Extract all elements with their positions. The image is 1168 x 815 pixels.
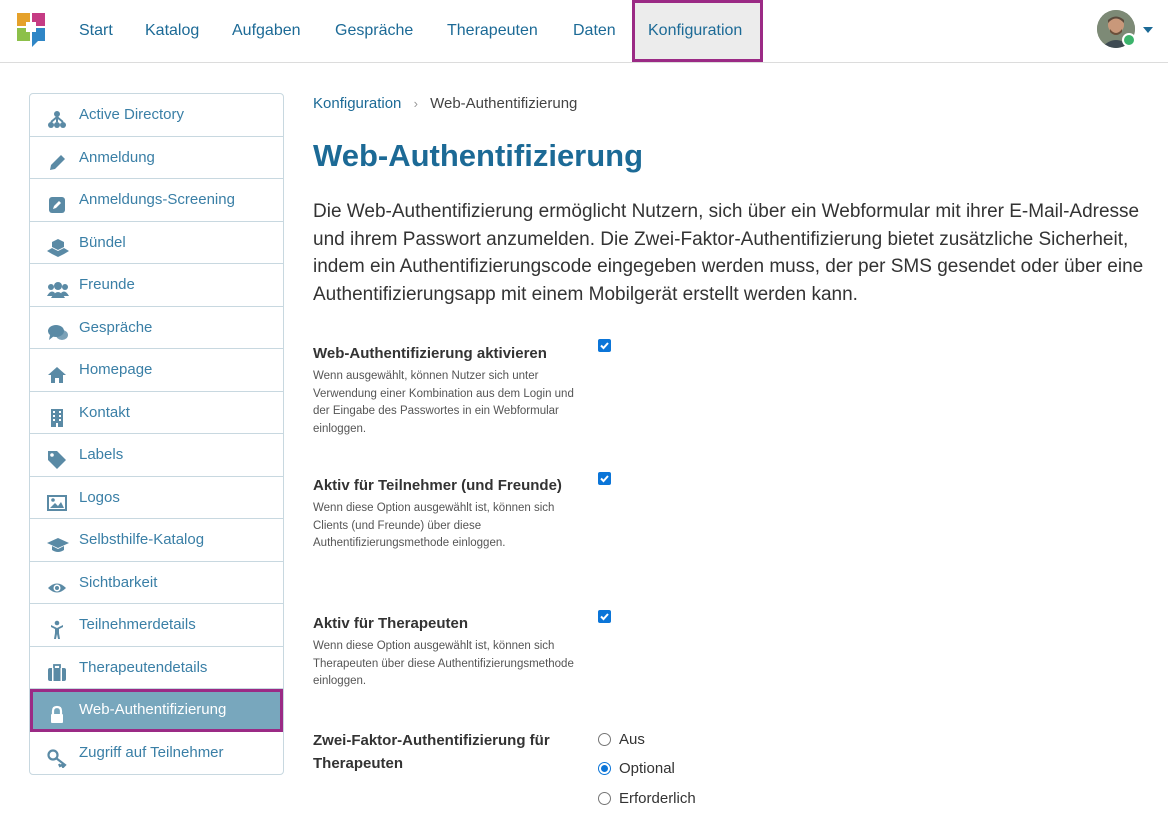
sidebar-item-sichtbarkeit[interactable]: Sichtbarkeit — [30, 562, 283, 604]
sidebar-item-gespraeche[interactable]: Gespräche — [30, 307, 283, 349]
sidebar-item-label: Bündel — [79, 233, 126, 251]
sidebar-item-label: Anmeldungs-Screening — [79, 191, 235, 208]
setting-label: Web-Authentifizierung aktivieren — [313, 345, 547, 362]
building-icon — [47, 403, 67, 427]
sidebar-item-zugriff-auf-teilnehmer[interactable]: Zugriff auf Teilnehmer — [30, 732, 283, 775]
cubes-icon — [47, 233, 69, 257]
sidebar-item-label: Selbsthilfe-Katalog — [79, 531, 205, 548]
sidebar-item-homepage[interactable]: Homepage — [30, 349, 283, 392]
nav-start[interactable]: Start — [67, 0, 125, 61]
radio-button[interactable] — [598, 792, 611, 805]
sidebar-item-teilnehmerdetails[interactable]: Teilnehmerdetails — [30, 604, 283, 647]
web-auth-enable-checkbox[interactable] — [598, 339, 611, 352]
breadcrumb-current: Web-Authentifizierung — [430, 95, 578, 112]
sidebar-item-label: Gespräche — [79, 318, 153, 336]
sidebar-item-active-directory[interactable]: Active Directory — [30, 94, 283, 137]
sidebar-item-kontakt[interactable]: Kontakt — [30, 392, 283, 434]
sidebar-item-label: Web-Authentifizierung — [79, 701, 227, 718]
setting-active-therapists: Aktiv für Therapeuten Wenn diese Option … — [313, 612, 583, 691]
comments-icon — [47, 318, 68, 340]
breadcrumb: Konfiguration › Web-Authentifizierung — [313, 95, 577, 112]
setting-label: Aktiv für Therapeuten — [313, 615, 469, 632]
sidebar-item-label: Active Directory — [79, 106, 185, 123]
sidebar-item-freunde[interactable]: Freunde — [30, 264, 283, 307]
radio-label: Erforderlich — [619, 790, 696, 807]
sitemap-icon — [47, 105, 67, 128]
setting-two-factor: Zwei-Faktor-Authentifizierung für Therap… — [313, 729, 578, 775]
sidebar-item-label: Anmeldung — [79, 148, 155, 166]
sidebar-item-anmeldung[interactable]: Anmeldung — [30, 137, 283, 179]
radio-button-selected[interactable] — [598, 762, 611, 775]
sidebar-item-label: Labels — [79, 446, 124, 463]
sidebar-item-label: Sichtbarkeit — [79, 573, 158, 591]
setting-web-auth-enable: Web-Authentifizierung aktivieren Wenn au… — [313, 342, 583, 438]
online-status-icon — [1122, 33, 1136, 47]
active-therapists-checkbox[interactable] — [598, 610, 611, 623]
chevron-down-icon[interactable] — [1143, 27, 1153, 33]
nav-therapeuten[interactable]: Therapeuten — [435, 0, 550, 61]
child-icon — [47, 615, 67, 639]
radio-label: Aus — [619, 731, 645, 748]
breadcrumb-link-konfiguration[interactable]: Konfiguration — [313, 95, 401, 112]
sidebar-item-selbsthilfe-katalog[interactable]: Selbsthilfe-Katalog — [30, 519, 283, 562]
page-title: Web-Authentifizierung — [313, 138, 644, 173]
active-participants-checkbox[interactable] — [598, 472, 611, 485]
edit-square-icon — [47, 190, 67, 213]
sidebar-item-label: Homepage — [79, 361, 153, 378]
sidebar-item-label: Zugriff auf Teilnehmer — [79, 743, 224, 761]
sidebar-item-label: Kontakt — [79, 403, 130, 421]
graduation-cap-icon — [47, 530, 69, 552]
users-icon — [47, 275, 69, 298]
nav-aufgaben[interactable]: Aufgaben — [220, 0, 313, 61]
setting-active-participants: Aktiv für Teilnehmer (und Freunde) Wenn … — [313, 474, 583, 553]
sidebar-item-logos[interactable]: Logos — [30, 477, 283, 519]
key-icon — [47, 743, 67, 769]
sidebar-item-web-authentifizierung[interactable]: Web-Authentifizierung — [30, 689, 283, 732]
pencil-icon — [47, 148, 67, 170]
nav-konfiguration[interactable]: Konfiguration — [632, 0, 763, 62]
sidebar-item-buendel[interactable]: Bündel — [30, 222, 283, 264]
nav-gespraeche[interactable]: Gespräche — [323, 0, 425, 61]
setting-label: Zwei-Faktor-Authentifizierung für Therap… — [313, 732, 550, 772]
briefcase-icon — [47, 658, 67, 681]
sidebar-item-anmeldungs-screening[interactable]: Anmeldungs-Screening — [30, 179, 283, 222]
setting-help: Wenn diese Option ausgewählt ist, können… — [313, 640, 574, 688]
radio-button[interactable] — [598, 733, 611, 746]
setting-help: Wenn ausgewählt, können Nutzer sich unte… — [313, 370, 574, 435]
top-navbar: Start Katalog Aufgaben Gespräche Therape… — [0, 0, 1168, 63]
setting-label: Aktiv für Teilnehmer (und Freunde) — [313, 477, 562, 494]
sidebar-item-label: Therapeutendetails — [79, 658, 208, 676]
radio-label: Optional — [619, 760, 675, 777]
nav-daten[interactable]: Daten — [561, 0, 628, 61]
chevron-right-icon: › — [413, 96, 418, 111]
tag-icon — [47, 445, 67, 469]
page-intro: Die Web-Authentifizierung ermöglicht Nut… — [313, 201, 1144, 305]
sidebar-item-therapeutendetails[interactable]: Therapeutendetails — [30, 647, 283, 689]
sidebar-item-labels[interactable]: Labels — [30, 434, 283, 477]
home-icon — [47, 360, 67, 383]
setting-help: Wenn diese Option ausgewählt ist, können… — [313, 502, 555, 550]
sidebar-item-label: Teilnehmerdetails — [79, 616, 196, 633]
image-icon — [47, 488, 67, 511]
app-logo[interactable] — [17, 13, 45, 47]
eye-icon — [47, 573, 67, 593]
sidebar-item-label: Freunde — [79, 276, 135, 293]
config-sidebar: Active Directory Anmeldung Anmeldungs-Sc… — [29, 93, 284, 775]
lock-icon — [47, 700, 67, 723]
sidebar-item-label: Logos — [79, 488, 120, 506]
nav-katalog[interactable]: Katalog — [133, 0, 211, 61]
